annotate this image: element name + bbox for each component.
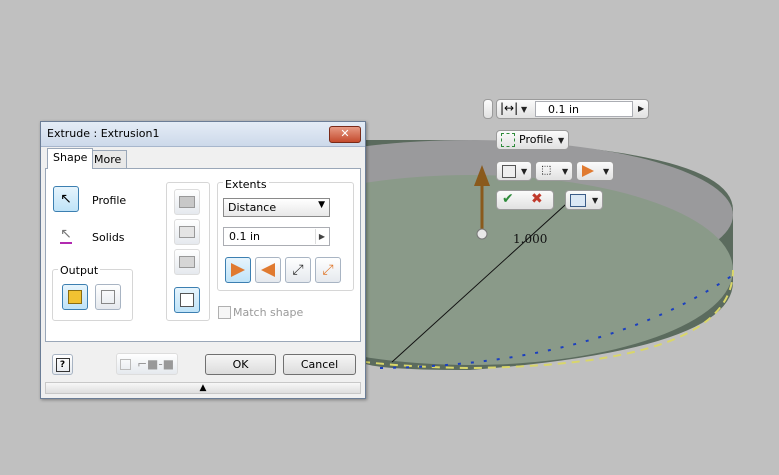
solids-button[interactable]: ↖ [53,222,79,248]
chevron-right-icon[interactable]: ▶ [315,229,328,244]
direction-default-button[interactable] [225,257,251,283]
help-icon: ? [55,357,70,372]
chevron-down-icon: ▼ [318,200,325,210]
intersect-icon [179,256,195,268]
cursor-arrow-icon: ↖ [60,191,72,207]
cursor-arrow-icon: ↖ [60,226,72,244]
join-icon [179,196,195,208]
help-button[interactable]: ? [52,354,73,375]
dialog-title: Extrude : Extrusion1 [47,127,160,140]
ok-check-icon[interactable]: ✔ [502,191,514,207]
minitoolbar-options-button[interactable]: ▼ [565,190,603,210]
ok-button[interactable]: OK [205,354,276,375]
solids-label: Solids [92,231,125,244]
solid-cube-icon [68,290,82,304]
output-solid-button[interactable] [62,284,88,310]
extrude-dialog: Extrude : Extrusion1 ✕ Shape More ↖ Prof… [40,121,366,399]
chevron-down-icon[interactable]: ▼ [562,167,568,176]
distance-input[interactable]: 0.1 in ▶ [223,227,330,246]
chevron-down-icon[interactable]: ▼ [592,196,598,205]
tab-more[interactable]: More [88,150,128,169]
extents-label: Extents [223,178,269,191]
minitoolbar-ok-cancel: ✔ ✖ [496,190,554,210]
minitoolbar-operation-button[interactable]: ⬚ ▼ [535,161,573,181]
close-button[interactable]: ✕ [329,126,361,143]
extents-type-select[interactable]: Distance ▼ [223,198,330,217]
chevron-down-icon[interactable]: ▼ [603,167,609,176]
chevron-down-icon[interactable]: ▼ [521,105,527,114]
direction-flipped-button[interactable] [255,257,281,283]
direction-symmetric-icon: ⤢ [292,262,304,278]
tab-shape[interactable]: Shape [47,148,94,169]
cancel-button[interactable]: Cancel [283,354,356,375]
profile-select-icon [501,133,515,147]
join-button[interactable] [174,189,200,215]
match-shape-label: Match shape [233,306,304,319]
surface-cube-icon [101,290,115,304]
output-label: Output [58,264,101,277]
minitoolbar-distance-group[interactable]: |↔| ▼ 0.1 in ▶ [496,99,649,119]
diameter-dimension-label[interactable]: 1.000 [513,232,547,246]
preview-toggle-button[interactable]: ⌐■-■ [116,353,178,375]
minitoolbar-direction-button[interactable]: ▼ [576,161,614,181]
join-icon: ⬚ [541,163,552,176]
chevron-down-icon[interactable]: ▼ [521,167,527,176]
minitoolbar-grip[interactable] [483,99,493,119]
glasses-icon: ⌐■-■ [136,357,175,371]
shape-panel: ↖ Profile ↖ Solids Output Extents Distan… [45,168,361,342]
arrow-handle[interactable] [476,228,488,240]
direction-asymmetric-icon: ⤢ [322,262,334,278]
minitoolbar-profile-button[interactable]: Profile ▼ [496,130,569,150]
dialog-expand-strip[interactable]: ▲ [45,382,361,394]
solid-icon [502,165,516,178]
preview-checkbox-icon [119,358,131,370]
profile-label: Profile [92,194,127,207]
output-surface-button[interactable] [95,284,121,310]
direction-symmetric-button[interactable]: ⤢ [285,257,311,283]
direction-icon [582,165,594,177]
direction-asymmetric-button[interactable]: ⤢ [315,257,341,283]
distance-icon: |↔| [500,101,519,115]
chevron-right-icon[interactable]: ▶ [638,104,644,113]
new-solid-button[interactable] [174,287,200,313]
dialog-title-bar[interactable]: Extrude : Extrusion1 ✕ [41,122,365,147]
direction-default-icon [231,263,245,277]
match-shape-checkbox[interactable] [218,306,231,319]
expand-arrow-icon: ▲ [199,383,207,393]
cut-icon [179,226,195,238]
options-list-icon [570,194,586,207]
new-solid-icon [180,293,194,307]
chevron-down-icon[interactable]: ▼ [558,136,564,145]
intersect-button[interactable] [174,249,200,275]
direction-flipped-icon [261,263,275,277]
minitoolbar-distance-input[interactable]: 0.1 in [535,101,633,117]
cancel-x-icon[interactable]: ✖ [531,191,543,207]
profile-button[interactable]: ↖ [53,186,79,212]
cut-button[interactable] [174,219,200,245]
minitoolbar-output-button[interactable]: ▼ [496,161,532,181]
